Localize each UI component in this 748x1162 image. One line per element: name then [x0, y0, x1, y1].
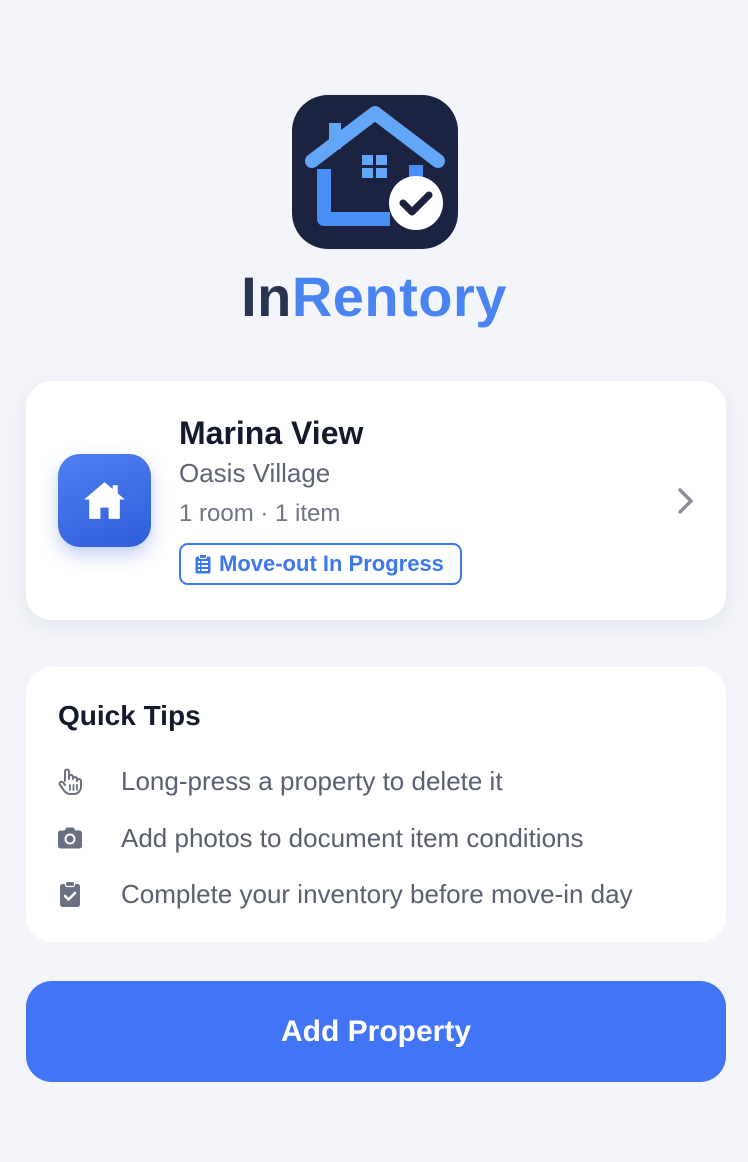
- property-thumbnail: [58, 454, 151, 547]
- app-name-part2: Rentory: [291, 265, 507, 328]
- hand-pointer-icon: [58, 768, 82, 795]
- status-badge: Move-out In Progress: [179, 543, 462, 585]
- quick-tips-title: Quick Tips: [58, 700, 201, 731]
- clipboard-check-icon: [60, 880, 80, 907]
- home-icon: [84, 482, 125, 519]
- app-name-part1: In: [241, 265, 292, 328]
- property-meta: 1 room · 1 item: [179, 500, 341, 527]
- tip-text: Add photos to document item conditions: [121, 823, 584, 853]
- tip-item: Long-press a property to delete it: [56, 761, 716, 801]
- tip-text: Complete your inventory before move-in d…: [121, 879, 633, 909]
- house-check-icon: [305, 106, 445, 230]
- property-name: Marina View: [179, 415, 364, 451]
- tip-item: Add photos to document item conditions: [56, 818, 716, 858]
- quick-tips-card: Quick Tips Long-press a property to dele…: [26, 667, 726, 942]
- chevron-right-icon[interactable]: [674, 487, 698, 515]
- property-card[interactable]: Marina View Oasis Village 1 room · 1 ite…: [26, 381, 726, 620]
- tip-text: Long-press a property to delete it: [121, 766, 503, 796]
- app-name: InRentory: [0, 264, 748, 330]
- property-location: Oasis Village: [179, 458, 331, 488]
- add-property-button[interactable]: Add Property: [26, 981, 726, 1082]
- clipboard-list-icon: [195, 554, 211, 574]
- camera-icon: [58, 827, 82, 849]
- app-logo: [292, 95, 458, 249]
- tip-item: Complete your inventory before move-in d…: [56, 874, 716, 914]
- status-badge-label: Move-out In Progress: [219, 551, 444, 576]
